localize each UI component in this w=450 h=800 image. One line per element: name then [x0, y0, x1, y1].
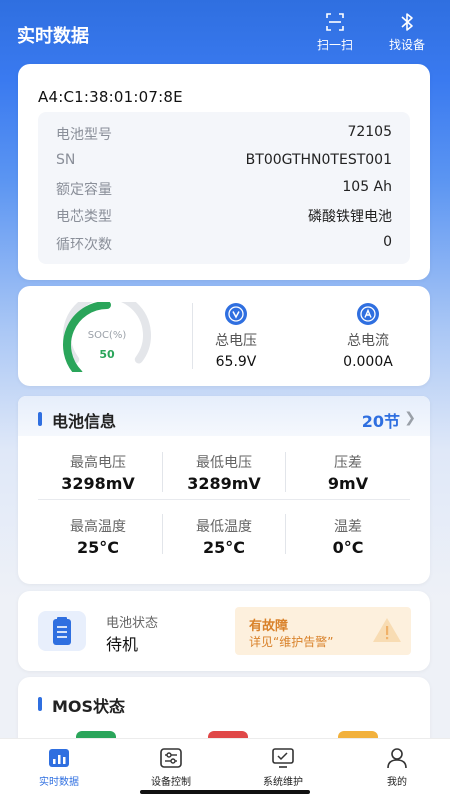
warning-icon: [373, 618, 401, 642]
chevron-right-icon[interactable]: ❯: [404, 410, 416, 426]
info-label: 额定容量: [56, 182, 112, 198]
stat-label: 最高温度: [70, 519, 126, 535]
stat-value: 3298mV: [61, 474, 135, 493]
fault-title: 有故障: [249, 619, 289, 634]
tab-device-control[interactable]: 设备控制: [131, 747, 211, 788]
total-current: 总电流 0.000A: [313, 302, 423, 370]
current-icon: [357, 303, 379, 325]
info-value: 磷酸铁锂电池: [308, 209, 392, 225]
battery-info-title: 电池信息: [52, 412, 117, 431]
stat-value: 0°C: [332, 538, 364, 557]
battery-info-header[interactable]: 电池信息 20节 ❯: [18, 396, 430, 436]
info-row: 电芯类型 磷酸铁锂电池: [56, 206, 392, 226]
voltage-icon: [225, 303, 247, 325]
mos-title: MOS状态: [52, 697, 126, 716]
battery-icon: [38, 611, 86, 651]
device-mac: A4:C1:38:01:07:8E: [38, 88, 183, 106]
tab-label: 实时数据: [39, 777, 79, 788]
info-label: 循环次数: [56, 237, 112, 253]
info-row: 循环次数 0: [56, 234, 392, 254]
scan-button[interactable]: 扫一扫: [309, 10, 361, 53]
divider: [285, 514, 286, 554]
tab-mine[interactable]: 我的: [357, 747, 437, 788]
divider: [285, 452, 286, 492]
soc-label: SOC(%): [87, 330, 127, 341]
page-title: 实时数据: [17, 26, 89, 47]
divider: [38, 499, 410, 500]
info-value: 72105: [347, 124, 392, 140]
stat-max-voltage: 最高电压 3298mV: [38, 452, 158, 493]
stat-value: 9mV: [327, 474, 369, 493]
voltage-label: 总电压: [215, 333, 257, 349]
info-label: 电池型号: [56, 127, 112, 143]
stat-temp-diff: 温差 0°C: [288, 516, 408, 557]
total-voltage: 总电压 65.9V: [181, 302, 291, 370]
battery-status-label: 电池状态: [106, 616, 159, 631]
stat-max-temp: 最高温度 25°C: [38, 516, 158, 557]
current-label: 总电流: [347, 333, 389, 349]
section-marker: [38, 697, 42, 711]
tab-label: 设备控制: [151, 777, 191, 788]
tab-label: 我的: [387, 777, 407, 788]
battery-icon-graphic: [53, 617, 71, 645]
battery-status-card: 电池状态 待机 有故障 详见“维护告警”: [18, 591, 430, 671]
stat-label: 最高电压: [70, 455, 126, 471]
stat-value: 3289mV: [187, 474, 261, 493]
divider: [162, 452, 163, 492]
stat-label: 压差: [334, 455, 362, 471]
device-info-card: A4:C1:38:01:07:8E 电池型号 72105 SN BT00GTHN…: [18, 64, 430, 280]
divider: [162, 514, 163, 554]
stat-voltage-diff: 压差 9mV: [288, 452, 408, 493]
tab-realtime-data[interactable]: 实时数据: [19, 747, 99, 788]
stat-label: 最低温度: [196, 519, 252, 535]
stat-min-voltage: 最低电压 3289mV: [164, 452, 284, 493]
battery-info-card: 电池信息 20节 ❯ 最高电压 3298mV 最低电压 3289mV 压差 9m…: [18, 396, 430, 584]
user-icon: [387, 748, 407, 769]
stat-label: 最低电压: [196, 455, 252, 471]
summary-card: SOC(%) 50 总电压 65.9V 总电流 0.000A: [18, 286, 430, 386]
scan-label: 扫一扫: [316, 38, 353, 52]
info-row: 电池型号 72105: [56, 124, 392, 144]
soc-gauge: SOC(%) 50: [62, 291, 152, 378]
tab-system-maintenance[interactable]: 系统维护: [243, 747, 323, 788]
battery-status-value: 待机: [106, 635, 139, 654]
stat-value: 25°C: [202, 538, 245, 557]
info-row: SN BT00GTHN0TEST001: [56, 152, 392, 172]
info-label: SN: [56, 152, 76, 168]
stat-min-temp: 最低温度 25°C: [164, 516, 284, 557]
soc-value: 50: [99, 348, 115, 361]
info-value: BT00GTHN0TEST001: [245, 152, 392, 168]
scan-icon: [326, 13, 344, 31]
bluetooth-icon: [401, 13, 413, 31]
device-details: 电池型号 72105 SN BT00GTHN0TEST001 额定容量 105 …: [38, 112, 410, 264]
device-control-icon: [160, 748, 182, 768]
system-maintenance-icon: [272, 748, 294, 768]
stat-value: 25°C: [76, 538, 119, 557]
find-device-label: 找设备: [388, 38, 425, 52]
home-indicator: [140, 790, 310, 794]
info-label: 电芯类型: [56, 209, 112, 225]
cell-count[interactable]: 20节: [362, 408, 400, 432]
info-value: 105 Ah: [342, 179, 392, 195]
current-value: 0.000A: [343, 354, 393, 370]
fault-banner[interactable]: 有故障 详见“维护告警”: [235, 607, 411, 655]
section-marker: [38, 412, 42, 426]
voltage-value: 65.9V: [215, 354, 257, 370]
find-device-button[interactable]: 找设备: [381, 10, 433, 53]
stat-label: 温差: [334, 519, 362, 535]
info-value: 0: [383, 234, 392, 250]
tab-label: 系统维护: [263, 777, 303, 788]
info-row: 额定容量 105 Ah: [56, 179, 392, 199]
fault-subtitle: 详见“维护告警”: [249, 635, 334, 649]
app-header: 实时数据 扫一扫 找设备: [0, 0, 450, 64]
realtime-data-icon: [49, 749, 69, 767]
